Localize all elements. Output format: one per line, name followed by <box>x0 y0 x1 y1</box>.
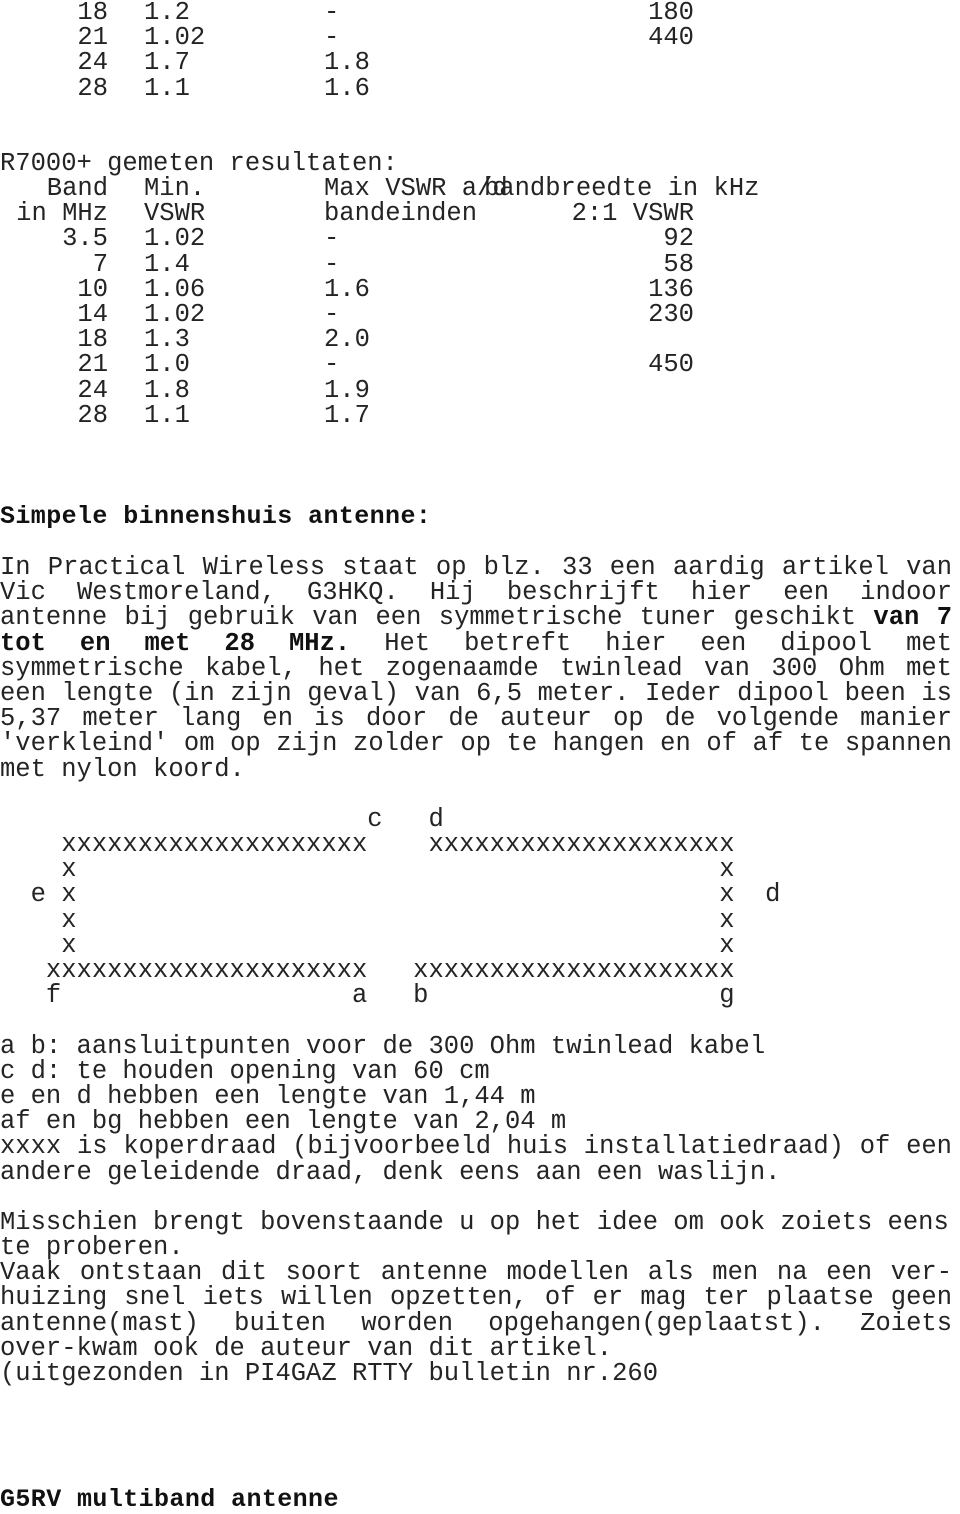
body-paragraph-context: Vaak ontstaan dit soort antenne modellen… <box>0 1258 952 1363</box>
table-row: 7 1.4 - 58 <box>0 249 694 279</box>
cell-max-vswr: - <box>324 0 340 27</box>
table-row: 18 1.3 2.0 <box>0 325 694 355</box>
antenna-ascii-diagram: c d xxxxxxxxxxxxxxxxxxxx xxxxxxxxxxxxxxx… <box>0 807 960 1009</box>
table-row: 18 1.2 - 180 <box>0 0 694 25</box>
body-paragraph-suggestion: Misschien brengt bovenstaande u op het i… <box>0 1207 949 1262</box>
r7000-vswr-table-body: 3.5 1.02 - 92 7 1.4 - 58 10 1.06 1.6 136… <box>0 226 694 428</box>
cell-band: 3.5 <box>62 224 108 254</box>
table-row: 14 1.02 - 230 <box>0 300 694 330</box>
cell-band: 28 <box>77 400 108 430</box>
header-bandwidth-line2: 2:1 VSWR <box>571 199 694 229</box>
document-page: 18 1.2 - 180 21 1.02 - 440 24 1.7 1.8 28… <box>0 0 960 1513</box>
table-row: 21 1.0 - 450 <box>0 350 694 380</box>
cell-min-vswr: 1.8 <box>144 375 190 405</box>
body-paragraph-main: In Practical Wireless staat op blz. 33 e… <box>0 555 952 782</box>
legend-item-ab: a b: aansluitpunten voor de 300 Ohm twin… <box>0 1031 766 1061</box>
cell-band: 28 <box>77 73 108 103</box>
table-row: 28 1.1 1.6 <box>0 73 694 103</box>
cell-min-vswr: 1.0 <box>144 350 190 380</box>
cell-max-vswr: 2.0 <box>324 325 370 355</box>
table-header-row-1: Band Min. Max VSWR a/d bandbreedte in kH… <box>0 174 760 204</box>
table-row: 28 1.1 1.7 <box>0 400 694 430</box>
header-band-line2: in MHz <box>16 199 108 229</box>
header-min-line1: Min. <box>144 174 206 204</box>
cell-min-vswr: 1.02 <box>144 23 206 53</box>
cell-max-vswr: - <box>324 350 340 380</box>
legend-item-af-bg: af en bg hebben een lengte van 2,04 m <box>0 1107 567 1137</box>
cell-bandwidth: 230 <box>648 300 694 330</box>
cell-max-vswr: 1.6 <box>324 73 370 103</box>
cell-band: 21 <box>77 350 108 380</box>
table-row: 3.5 1.02 - 92 <box>0 224 694 254</box>
table-row: 21 1.02 - 440 <box>0 23 694 53</box>
r7000-table-head: Band Min. Max VSWR a/d bandbreedte in kH… <box>0 174 760 229</box>
cell-bandwidth <box>484 378 694 403</box>
cell-bandwidth <box>484 327 694 352</box>
table-row: 24 1.7 1.8 <box>0 48 694 78</box>
cell-band: 18 <box>77 0 108 27</box>
cell-bandwidth: 58 <box>663 249 694 279</box>
cell-max-vswr: 1.6 <box>324 274 370 304</box>
top-vswr-table-body: 18 1.2 - 180 21 1.02 - 440 24 1.7 1.8 28… <box>0 0 694 101</box>
table-row: 24 1.8 1.9 <box>0 375 694 405</box>
cell-bandwidth: 440 <box>648 23 694 53</box>
header-max-line1: Max VSWR a/d <box>324 174 508 204</box>
cell-bandwidth: 450 <box>648 350 694 380</box>
cell-max-vswr: 1.7 <box>324 400 370 430</box>
legend-item-cd: c d: te houden opening van 60 cm <box>0 1056 490 1086</box>
top-vswr-table: 18 1.2 - 180 21 1.02 - 440 24 1.7 1.8 28… <box>0 0 694 101</box>
cell-band: 21 <box>77 23 108 53</box>
cell-min-vswr: 1.1 <box>144 400 190 430</box>
cell-max-vswr: 1.9 <box>324 375 370 405</box>
cell-band: 10 <box>77 274 108 304</box>
body-paragraph-source: (uitgezonden in PI4GAZ RTTY bulletin nr.… <box>0 1358 659 1388</box>
cell-min-vswr: 1.3 <box>144 325 190 355</box>
header-max-line2: bandeinden <box>324 199 478 229</box>
cell-min-vswr: 1.02 <box>144 224 206 254</box>
cell-bandwidth <box>484 50 694 75</box>
cell-max-vswr: - <box>324 249 340 279</box>
cell-band: 18 <box>77 325 108 355</box>
cell-min-vswr: 1.02 <box>144 300 206 330</box>
table-header-row-2: in MHz VSWR bandeinden 2:1 VSWR <box>0 199 694 229</box>
cell-max-vswr: - <box>324 23 340 53</box>
cell-band: 24 <box>77 48 108 78</box>
r7000-vswr-table: Band Min. Max VSWR a/d bandbreedte in kH… <box>0 174 760 429</box>
header-min-line2: VSWR <box>144 199 206 229</box>
cell-band: 14 <box>77 300 108 330</box>
cell-min-vswr: 1.4 <box>144 249 190 279</box>
cell-min-vswr: 1.06 <box>144 274 206 304</box>
cell-bandwidth: 92 <box>663 224 694 254</box>
footer-section-heading: G5RV multiband antenne <box>0 1485 339 1514</box>
cell-bandwidth: 136 <box>648 274 694 304</box>
header-band-line1: Band <box>46 174 108 204</box>
legend-item-wire-material: xxxx is koperdraad (bijvoorbeeld huis in… <box>0 1132 952 1187</box>
cell-max-vswr: 1.8 <box>324 48 370 78</box>
cell-band: 24 <box>77 375 108 405</box>
table-row: 10 1.06 1.6 136 <box>0 274 694 304</box>
r7000-results-title: R7000+ gemeten resultaten: <box>0 148 398 178</box>
cell-band: 7 <box>92 249 108 279</box>
paragraph-part-1: In Practical Wireless staat op blz. 33 e… <box>0 553 952 633</box>
diagram-line-8: f a b g <box>0 981 735 1011</box>
cell-min-vswr: 1.7 <box>144 48 190 78</box>
cell-bandwidth <box>484 403 694 428</box>
cell-min-vswr: 1.1 <box>144 73 190 103</box>
legend-item-e-d: e en d hebben een lengte van 1,44 m <box>0 1081 536 1111</box>
cell-min-vswr: 1.2 <box>144 0 190 27</box>
cell-bandwidth <box>484 76 694 101</box>
cell-max-vswr: - <box>324 300 340 330</box>
cell-bandwidth: 180 <box>648 0 694 27</box>
cell-max-vswr: - <box>324 224 340 254</box>
section-heading: Simpele binnenshuis antenne: <box>0 502 432 532</box>
header-bandwidth-line1: bandbreedte in kHz <box>484 174 760 204</box>
